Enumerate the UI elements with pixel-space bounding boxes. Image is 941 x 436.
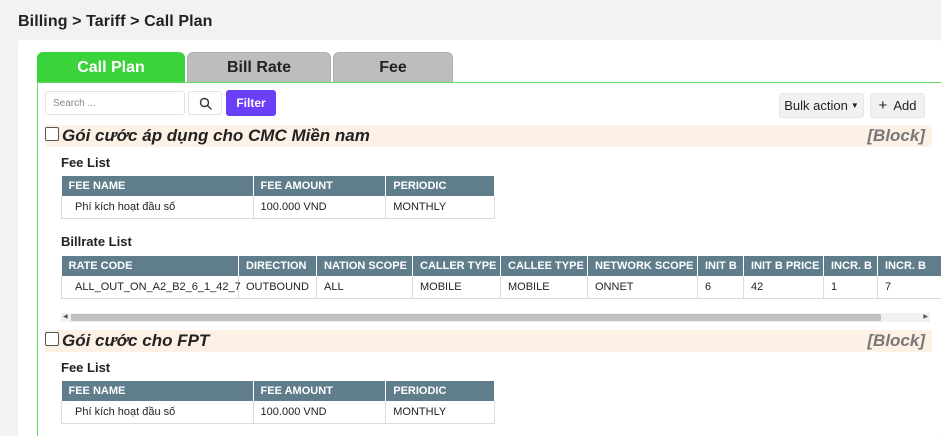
table-cell: MONTHLY bbox=[385, 196, 495, 219]
table-cell: ALL bbox=[316, 276, 413, 299]
add-button[interactable]: + Add bbox=[870, 93, 925, 118]
column-header: FEE AMOUNT bbox=[253, 176, 387, 196]
table-row: Phí kích hoạt đầu số 100.000 VND MONTHLY bbox=[61, 196, 495, 219]
table-row: Phí kích hoạt đầu số 100.000 VND MONTHLY bbox=[61, 401, 495, 424]
column-header: RATE CODE bbox=[61, 256, 239, 276]
plan-status: [Block] bbox=[867, 331, 925, 350]
table-cell: 6 bbox=[697, 276, 744, 299]
scroll-right-icon[interactable]: ▶ bbox=[923, 313, 928, 322]
fee-table: FEE NAME FEE AMOUNT PERIODIC Phí kích ho… bbox=[61, 381, 495, 424]
column-header: NETWORK SCOPE bbox=[587, 256, 698, 276]
call-plan-panel: Filter Bulk action ▼ + Add Gói cước áp d… bbox=[37, 82, 941, 436]
table-cell: Phí kích hoạt đầu số bbox=[61, 196, 254, 219]
table-cell: MOBILE bbox=[500, 276, 588, 299]
plan-title: Gói cước cho FPT bbox=[62, 331, 210, 350]
tab-call-plan[interactable]: Call Plan bbox=[37, 52, 185, 83]
column-header: FEE NAME bbox=[61, 381, 254, 401]
table-cell: MONTHLY bbox=[385, 401, 495, 424]
plan-status: [Block] bbox=[867, 126, 925, 145]
search-icon bbox=[199, 97, 212, 110]
bulk-action-dropdown[interactable]: Bulk action ▼ bbox=[779, 93, 864, 118]
table-cell: 42 bbox=[743, 276, 824, 299]
column-header: FEE NAME bbox=[61, 176, 254, 196]
fee-list-title: Fee List bbox=[61, 155, 111, 170]
plan-checkbox[interactable] bbox=[45, 127, 59, 141]
table-row: ALL_OUT_ON_A2_B2_6_1_42_7 OUTBOUND ALL M… bbox=[61, 276, 941, 299]
table-cell: 100.000 VND bbox=[252, 196, 387, 219]
billrate-list-title: Billrate List bbox=[61, 234, 132, 249]
column-header: PERIODIC bbox=[385, 176, 495, 196]
search-button[interactable] bbox=[188, 91, 222, 115]
add-label: Add bbox=[893, 98, 917, 113]
plan-title: Gói cước áp dụng cho CMC Miền nam bbox=[62, 126, 370, 145]
column-header: DIRECTION bbox=[238, 256, 317, 276]
scrollbar-thumb[interactable] bbox=[71, 314, 881, 321]
fee-list-title: Fee List bbox=[61, 360, 111, 375]
table-cell: 1 bbox=[823, 276, 878, 299]
plus-icon: + bbox=[878, 97, 888, 114]
search-input[interactable] bbox=[45, 91, 185, 115]
column-header: NATION SCOPE bbox=[316, 256, 413, 276]
filter-button[interactable]: Filter bbox=[226, 90, 276, 116]
plan-header: Gói cước cho FPT [Block] bbox=[45, 330, 932, 352]
horizontal-scrollbar[interactable]: ◀ ▶ bbox=[61, 313, 930, 322]
table-cell: 100.000 VND bbox=[252, 401, 387, 424]
column-header: PERIODIC bbox=[385, 381, 495, 401]
plan-checkbox[interactable] bbox=[45, 332, 59, 346]
table-cell: ONNET bbox=[587, 276, 698, 299]
plan-header: Gói cước áp dụng cho CMC Miền nam [Block… bbox=[45, 125, 932, 147]
billrate-table: RATE CODE DIRECTION NATION SCOPE CALLER … bbox=[61, 256, 941, 299]
breadcrumb: Billing > Tariff > Call Plan bbox=[18, 13, 213, 30]
column-header: CALLER TYPE bbox=[412, 256, 501, 276]
caret-down-icon: ▼ bbox=[850, 101, 859, 110]
tab-fee[interactable]: Fee bbox=[333, 52, 453, 83]
column-header: CALLEE TYPE bbox=[500, 256, 588, 276]
table-cell: ALL_OUT_ON_A2_B2_6_1_42_7 bbox=[61, 276, 241, 299]
column-header: INCR. B bbox=[823, 256, 878, 276]
table-cell: 7 bbox=[877, 276, 941, 299]
tab-bill-rate[interactable]: Bill Rate bbox=[187, 52, 331, 83]
column-header: FEE AMOUNT bbox=[253, 381, 387, 401]
bulk-action-label: Bulk action bbox=[784, 98, 848, 113]
table-cell: Phí kích hoạt đầu số bbox=[61, 401, 254, 424]
table-cell: MOBILE bbox=[412, 276, 501, 299]
column-header: INCR. B bbox=[877, 256, 941, 276]
table-cell: OUTBOUND bbox=[238, 276, 317, 299]
column-header: INIT B bbox=[697, 256, 744, 276]
fee-table: FEE NAME FEE AMOUNT PERIODIC Phí kích ho… bbox=[61, 176, 495, 219]
scroll-left-icon[interactable]: ◀ bbox=[63, 313, 68, 322]
column-header: INIT B PRICE bbox=[743, 256, 824, 276]
